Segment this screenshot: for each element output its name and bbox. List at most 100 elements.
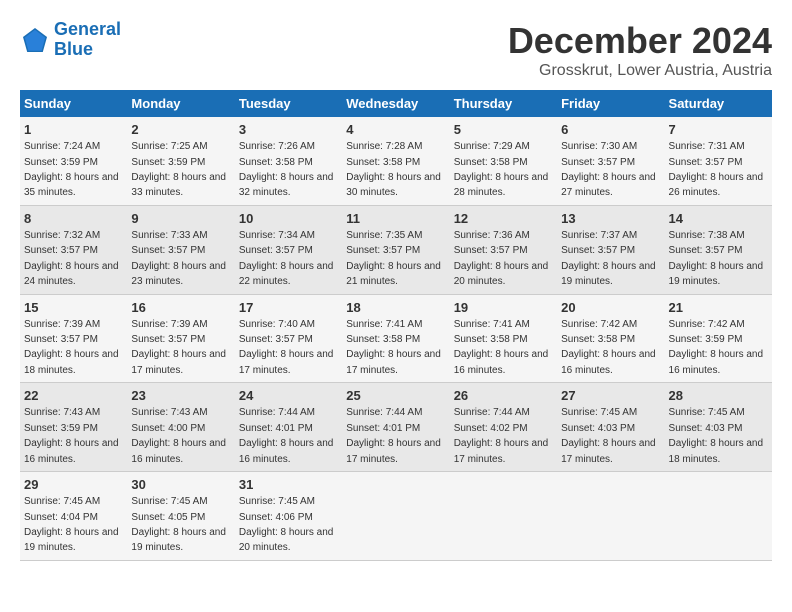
table-row: 8 Sunrise: 7:32 AM Sunset: 3:57 PM Dayli… <box>20 205 772 294</box>
day-number: 1 <box>24 121 123 139</box>
sunrise-info: Sunrise: 7:31 AM <box>669 141 745 152</box>
sunrise-info: Sunrise: 7:29 AM <box>454 141 530 152</box>
calendar-cell: 4 Sunrise: 7:28 AM Sunset: 3:58 PM Dayli… <box>342 117 449 205</box>
sunset-info: Sunset: 3:59 PM <box>24 423 98 434</box>
calendar-cell: 8 Sunrise: 7:32 AM Sunset: 3:57 PM Dayli… <box>20 205 127 294</box>
daylight-info: Daylight: 8 hours and 18 minutes. <box>669 438 764 464</box>
logo: General Blue <box>20 20 121 60</box>
calendar-cell: 1 Sunrise: 7:24 AM Sunset: 3:59 PM Dayli… <box>20 117 127 205</box>
daylight-info: Daylight: 8 hours and 27 minutes. <box>561 172 656 198</box>
location-title: Grosskrut, Lower Austria, Austria <box>508 62 772 80</box>
col-sunday: Sunday <box>20 90 127 117</box>
daylight-info: Daylight: 8 hours and 22 minutes. <box>239 261 334 287</box>
day-number: 25 <box>346 387 445 405</box>
sunrise-info: Sunrise: 7:45 AM <box>669 407 745 418</box>
sunset-info: Sunset: 4:02 PM <box>454 423 528 434</box>
sunrise-info: Sunrise: 7:24 AM <box>24 141 100 152</box>
daylight-info: Daylight: 8 hours and 26 minutes. <box>669 172 764 198</box>
sunset-info: Sunset: 3:57 PM <box>454 245 528 256</box>
sunset-info: Sunset: 3:58 PM <box>454 157 528 168</box>
day-number: 19 <box>454 299 553 317</box>
table-row: 22 Sunrise: 7:43 AM Sunset: 3:59 PM Dayl… <box>20 383 772 472</box>
sunset-info: Sunset: 3:57 PM <box>669 157 743 168</box>
col-monday: Monday <box>127 90 234 117</box>
day-number: 18 <box>346 299 445 317</box>
title-area: December 2024 Grosskrut, Lower Austria, … <box>508 20 772 80</box>
table-row: 1 Sunrise: 7:24 AM Sunset: 3:59 PM Dayli… <box>20 117 772 205</box>
daylight-info: Daylight: 8 hours and 19 minutes. <box>24 527 119 553</box>
calendar-cell: 17 Sunrise: 7:40 AM Sunset: 3:57 PM Dayl… <box>235 294 342 383</box>
calendar-cell: 6 Sunrise: 7:30 AM Sunset: 3:57 PM Dayli… <box>557 117 664 205</box>
day-number: 20 <box>561 299 660 317</box>
sunset-info: Sunset: 4:01 PM <box>346 423 420 434</box>
day-number: 17 <box>239 299 338 317</box>
sunrise-info: Sunrise: 7:44 AM <box>346 407 422 418</box>
sunset-info: Sunset: 3:57 PM <box>561 245 635 256</box>
day-number: 31 <box>239 476 338 494</box>
daylight-info: Daylight: 8 hours and 20 minutes. <box>454 261 549 287</box>
calendar-cell: 30 Sunrise: 7:45 AM Sunset: 4:05 PM Dayl… <box>127 472 234 561</box>
sunset-info: Sunset: 3:57 PM <box>131 245 205 256</box>
logo-line2: Blue <box>54 39 93 59</box>
calendar-cell: 2 Sunrise: 7:25 AM Sunset: 3:59 PM Dayli… <box>127 117 234 205</box>
table-row: 15 Sunrise: 7:39 AM Sunset: 3:57 PM Dayl… <box>20 294 772 383</box>
day-number: 8 <box>24 210 123 228</box>
calendar-cell <box>665 472 772 561</box>
day-number: 26 <box>454 387 553 405</box>
sunrise-info: Sunrise: 7:25 AM <box>131 141 207 152</box>
calendar-cell: 29 Sunrise: 7:45 AM Sunset: 4:04 PM Dayl… <box>20 472 127 561</box>
day-number: 15 <box>24 299 123 317</box>
daylight-info: Daylight: 8 hours and 21 minutes. <box>346 261 441 287</box>
calendar-cell: 16 Sunrise: 7:39 AM Sunset: 3:57 PM Dayl… <box>127 294 234 383</box>
sunset-info: Sunset: 3:59 PM <box>131 157 205 168</box>
day-number: 5 <box>454 121 553 139</box>
calendar-cell <box>450 472 557 561</box>
daylight-info: Daylight: 8 hours and 19 minutes. <box>561 261 656 287</box>
calendar-cell: 23 Sunrise: 7:43 AM Sunset: 4:00 PM Dayl… <box>127 383 234 472</box>
sunrise-info: Sunrise: 7:33 AM <box>131 230 207 241</box>
day-number: 12 <box>454 210 553 228</box>
sunrise-info: Sunrise: 7:37 AM <box>561 230 637 241</box>
calendar-header-row: Sunday Monday Tuesday Wednesday Thursday… <box>20 90 772 117</box>
calendar-cell: 3 Sunrise: 7:26 AM Sunset: 3:58 PM Dayli… <box>235 117 342 205</box>
logo-line1: General <box>54 19 121 39</box>
day-number: 4 <box>346 121 445 139</box>
daylight-info: Daylight: 8 hours and 33 minutes. <box>131 172 226 198</box>
col-tuesday: Tuesday <box>235 90 342 117</box>
sunrise-info: Sunrise: 7:45 AM <box>561 407 637 418</box>
daylight-info: Daylight: 8 hours and 30 minutes. <box>346 172 441 198</box>
day-number: 3 <box>239 121 338 139</box>
sunset-info: Sunset: 3:57 PM <box>131 334 205 345</box>
calendar-cell: 10 Sunrise: 7:34 AM Sunset: 3:57 PM Dayl… <box>235 205 342 294</box>
daylight-info: Daylight: 8 hours and 16 minutes. <box>24 438 119 464</box>
page-header: General Blue December 2024 Grosskrut, Lo… <box>20 20 772 80</box>
calendar-cell: 7 Sunrise: 7:31 AM Sunset: 3:57 PM Dayli… <box>665 117 772 205</box>
day-number: 27 <box>561 387 660 405</box>
calendar-cell: 5 Sunrise: 7:29 AM Sunset: 3:58 PM Dayli… <box>450 117 557 205</box>
calendar-table: Sunday Monday Tuesday Wednesday Thursday… <box>20 90 772 561</box>
calendar-cell <box>557 472 664 561</box>
day-number: 11 <box>346 210 445 228</box>
sunset-info: Sunset: 3:58 PM <box>346 334 420 345</box>
sunset-info: Sunset: 3:57 PM <box>561 157 635 168</box>
daylight-info: Daylight: 8 hours and 17 minutes. <box>561 438 656 464</box>
calendar-cell: 9 Sunrise: 7:33 AM Sunset: 3:57 PM Dayli… <box>127 205 234 294</box>
day-number: 28 <box>669 387 768 405</box>
day-number: 21 <box>669 299 768 317</box>
sunset-info: Sunset: 3:59 PM <box>669 334 743 345</box>
sunrise-info: Sunrise: 7:40 AM <box>239 319 315 330</box>
daylight-info: Daylight: 8 hours and 16 minutes. <box>239 438 334 464</box>
sunset-info: Sunset: 4:03 PM <box>669 423 743 434</box>
daylight-info: Daylight: 8 hours and 20 minutes. <box>239 527 334 553</box>
sunrise-info: Sunrise: 7:42 AM <box>669 319 745 330</box>
calendar-cell <box>342 472 449 561</box>
sunrise-info: Sunrise: 7:42 AM <box>561 319 637 330</box>
daylight-info: Daylight: 8 hours and 17 minutes. <box>239 349 334 375</box>
calendar-cell: 20 Sunrise: 7:42 AM Sunset: 3:58 PM Dayl… <box>557 294 664 383</box>
daylight-info: Daylight: 8 hours and 35 minutes. <box>24 172 119 198</box>
calendar-cell: 24 Sunrise: 7:44 AM Sunset: 4:01 PM Dayl… <box>235 383 342 472</box>
table-row: 29 Sunrise: 7:45 AM Sunset: 4:04 PM Dayl… <box>20 472 772 561</box>
logo-icon <box>20 25 50 55</box>
daylight-info: Daylight: 8 hours and 19 minutes. <box>669 261 764 287</box>
daylight-info: Daylight: 8 hours and 16 minutes. <box>131 438 226 464</box>
